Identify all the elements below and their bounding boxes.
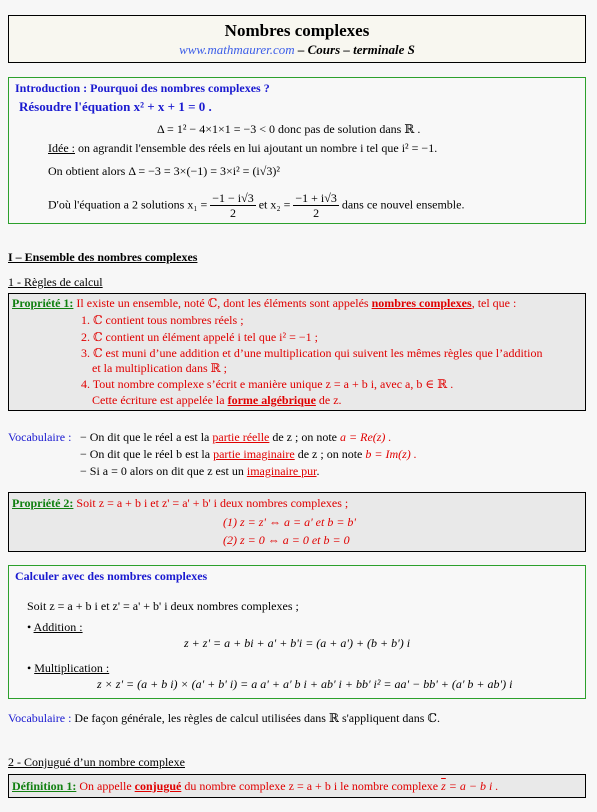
solutions-prefix: D'où l'équation a 2 solutions x₁ =: [48, 197, 211, 212]
vocab2-text: De façon générale, les règles de calcul …: [71, 711, 440, 725]
prop1-intro: Propriété 1: Il existe un ensemble, noté…: [12, 296, 516, 311]
prop1-term: nombres complexes: [371, 296, 472, 310]
v2-formula: b = Im(z) .: [365, 447, 417, 461]
prop1-item-2: 2. ℂ contient un élément appelé i tel qu…: [81, 330, 318, 344]
site-link[interactable]: www.mathmaurer.com: [179, 42, 295, 57]
v1-b: de z ; on note: [269, 430, 341, 444]
v3-term: imaginaire pur: [246, 464, 317, 478]
prop1-item-1: 1. ℂ contient tous nombres réels ;: [81, 313, 244, 327]
calc-let: Soit z = a + b i et z' = a' + b' i deux …: [27, 599, 299, 613]
intro-delta: Δ = 1² − 4×1×1 = −3 < 0 donc pas de solu…: [157, 122, 421, 136]
prop1-box: Propriété 1: Il existe un ensemble, noté…: [8, 293, 586, 411]
prop1-item-3b: et la multiplication dans ℝ ;: [92, 361, 227, 375]
vocab1-line-2: − On dit que le réel b est la partie ima…: [80, 447, 417, 462]
prop2-body: Soit z = a + b i et z' = a' + b' i deux …: [73, 496, 349, 510]
prop2-box: Propriété 2: Soit z = a + b i et z' = a'…: [8, 492, 586, 552]
def1-label: Définition 1:: [12, 779, 77, 793]
intro-task: Résoudre l'équation x² + x + 1 = 0 .: [19, 99, 212, 114]
section2-sub2: 2 - Conjugué d’un nombre complexe: [8, 755, 185, 769]
add-formula: z + z' = a + bi + a' + b'i = (a + a') + …: [184, 636, 411, 650]
page-title: Nombres complexes: [224, 21, 370, 40]
v2-a: − On dit que le réel b est la: [80, 447, 214, 461]
calc-box: Calculer avec des nombres complexes Soit…: [8, 565, 586, 699]
calc-mul: • Multiplication :: [27, 661, 109, 676]
section1-sub1: 1 - Règles de calcul: [8, 275, 103, 289]
intro-box: Introduction : Pourquoi des nombres comp…: [8, 77, 586, 224]
vocab2: Vocabulaire : De façon générale, les règ…: [8, 711, 440, 726]
prop1-intro-text: Il existe un ensemble, noté ℂ, dont les …: [73, 296, 372, 310]
bullet: •: [27, 661, 32, 675]
mul-formula: z × z' = (a + b i) × (a' + b' i) = a a' …: [97, 677, 513, 691]
x1-den: 2: [230, 206, 236, 220]
v2-b: de z ; on note: [294, 447, 366, 461]
def1-b: du nombre complexe z = a + b i le nombre…: [181, 779, 442, 793]
solutions-mid: et x₂ =: [258, 197, 294, 212]
v1-a: − On dit que le réel a est la: [80, 430, 213, 444]
x2-den: 2: [313, 206, 320, 220]
prop2-label: Propriété 2:: [12, 496, 74, 510]
def1-text: Définition 1: On appelle conjugué du nom…: [12, 779, 498, 794]
x1-num: −1 − i√3: [210, 191, 256, 206]
intro-obtain: On obtient alors Δ = −3 = 3×(−1) = 3×i² …: [48, 164, 280, 178]
v2-term: partie imaginaire: [213, 447, 295, 461]
v3-b: .: [316, 464, 320, 478]
prop2-text: Propriété 2: Soit z = a + b i et z' = a'…: [12, 496, 348, 511]
x2-fraction: −1 + i√3 2: [293, 191, 339, 220]
calc-heading: Calculer avec des nombres complexes: [15, 569, 208, 583]
idea-text: on agrandit l'ensemble des réels en lui …: [74, 141, 438, 155]
prop1-label: Propriété 1:: [12, 296, 74, 310]
prop1-intro-end: , tel que :: [471, 296, 517, 310]
def1-c: = a − b i .: [445, 779, 499, 793]
intro-solutions: D'où l'équation a 2 solutions x₁ = −1 − …: [48, 191, 464, 220]
solutions-suffix: dans ce nouvel ensemble.: [341, 197, 465, 212]
x1-fraction: −1 − i√3 2: [210, 191, 256, 220]
prop1-item-4: 4. Tout nombre complexe s’écrit e manièr…: [81, 377, 454, 391]
idea-label: Idée :: [48, 141, 75, 155]
prop2-eq1: (1) z = z' ⇔ a = a' et b = b': [223, 515, 356, 529]
prop1-form: Cette écriture est appelée la forme algé…: [92, 393, 342, 408]
prop1-item-3: 3. ℂ est muni d’une addition et d’une mu…: [81, 346, 543, 360]
prop2-eq2: (2) z = 0 ⇔ a = 0 et b = 0: [223, 533, 350, 547]
def1-a: On appelle: [76, 779, 135, 793]
vocab2-label: Vocabulaire :: [8, 711, 72, 725]
v3-a: − Si a = 0 alors on dit que z est un: [80, 464, 247, 478]
bullet: •: [27, 620, 32, 634]
calc-add: • Addition :: [27, 620, 83, 635]
intro-heading: Introduction : Pourquoi des nombres comp…: [15, 81, 270, 95]
form-suffix: de z.: [315, 393, 342, 407]
v1-term: partie réelle: [212, 430, 270, 444]
page-subtitle: www.mathmaurer.com – Cours – terminale S: [9, 42, 585, 58]
vocab1-label: Vocabulaire :: [8, 430, 72, 444]
intro-idea: Idée : on agrandit l'ensemble des réels …: [48, 141, 437, 156]
def1-term: conjugué: [134, 779, 182, 793]
section1-heading: I – Ensemble des nombres complexes: [8, 250, 198, 264]
x2-num: −1 + i√3: [293, 191, 339, 206]
add-label: Addition :: [33, 620, 83, 634]
mul-label: Multiplication :: [34, 661, 110, 675]
v1-formula: a = Re(z) .: [340, 430, 392, 444]
title-box: Nombres complexes www.mathmaurer.com – C…: [8, 15, 586, 63]
subtitle-text: – Cours – terminale S: [294, 42, 415, 57]
form-term: forme algébrique: [227, 393, 316, 407]
vocab1-line-3: − Si a = 0 alors on dit que z est un ima…: [80, 464, 320, 479]
form-prefix: Cette écriture est appelée la: [92, 393, 228, 407]
vocab1-line-1: − On dit que le réel a est la partie rée…: [80, 430, 391, 445]
def1-box: Définition 1: On appelle conjugué du nom…: [8, 774, 586, 798]
